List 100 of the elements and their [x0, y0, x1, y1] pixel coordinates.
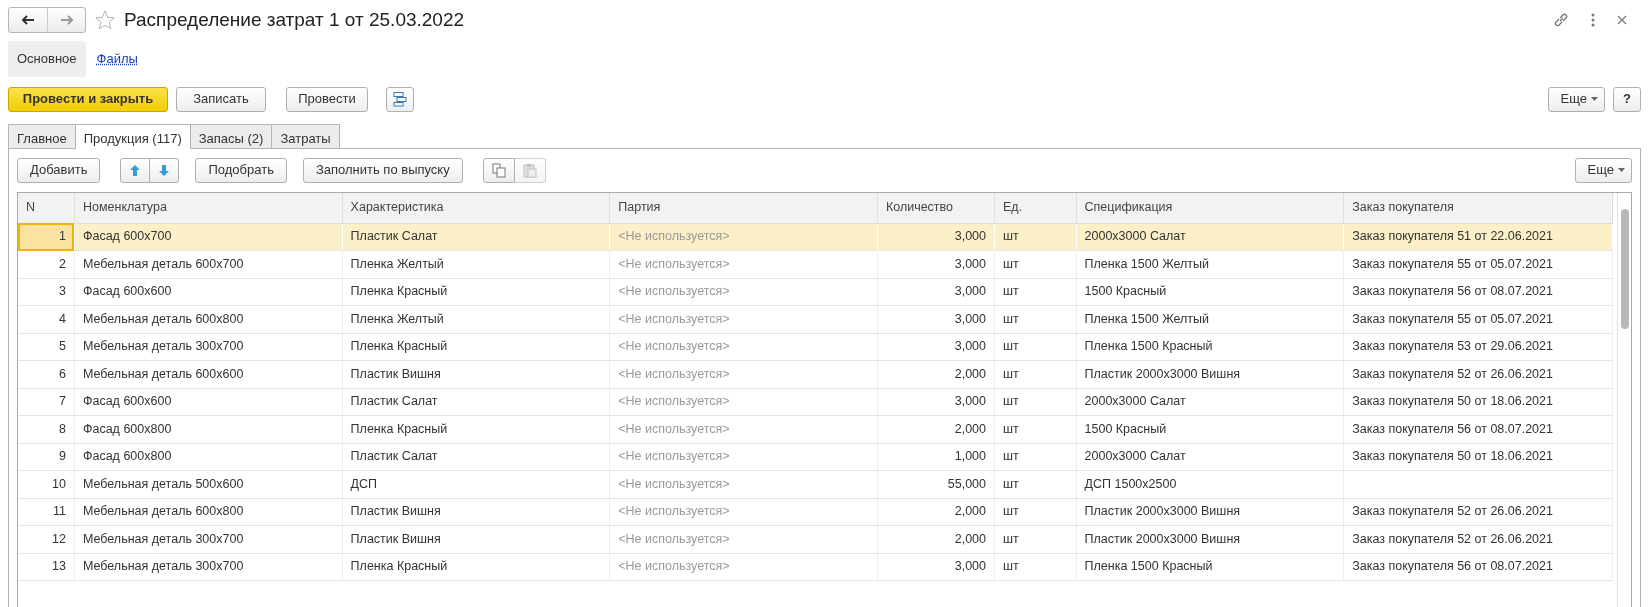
table-row[interactable]: 8 Фасад 600x800 Пленка Красный <Не используется> 2,000 шт 1500 Красный Заказ покупателя 56 от 08.07.2021 [18, 415, 1613, 443]
table-cell: Мебельная деталь 600x800 [82, 504, 244, 519]
table-cell: 3,000 [954, 284, 986, 299]
move-up-button[interactable] [120, 157, 151, 183]
toolbar-button[interactable]: Добавить [17, 157, 101, 183]
table-cell: 12 [52, 531, 66, 546]
table-row[interactable]: 2 Мебельная деталь 600x700 Пленка Желтый <Не используется> 3,000 шт Пленка 1500 Желтый Заказ покупателя 55 от 05.07.2021 [18, 250, 1613, 278]
table-cell: 1500 Красный [1084, 421, 1167, 436]
toolbar-button[interactable]: Заполнить по выпуску [302, 157, 463, 183]
tab[interactable]: Продукция (117) [74, 124, 191, 149]
column-header[interactable]: Ед. [994, 193, 1077, 223]
table-cell: Заказ покупателя 55 от 05.07.2021 [1352, 256, 1553, 271]
table-cell: 3,000 [954, 256, 986, 271]
more-button[interactable]: Еще [1547, 86, 1606, 112]
table-cell: 2,000 [954, 531, 986, 546]
table-cell: 9 [59, 449, 66, 464]
copy-button[interactable] [482, 157, 515, 183]
table-cell: <Не используется> [618, 256, 730, 271]
table-row[interactable]: 12 Мебельная деталь 300x700 Пластик Вишня <Не используется> 2,000 шт Пластик 2000x3000 Вишня Заказ покупателя 52 от 26.06.2021 [18, 525, 1613, 553]
table-cell: Мебельная деталь 300x700 [82, 339, 244, 354]
table-cell: <Не используется> [618, 394, 730, 409]
more-icon[interactable] [1591, 13, 1595, 27]
table-cell: Заказ покупателя 56 от 08.07.2021 [1352, 421, 1553, 436]
table-cell: Пластик Салат [350, 449, 438, 464]
table-cell: ДСП 1500x2500 [1084, 476, 1177, 491]
table-row[interactable]: 1 Фасад 600x700 Пластик Салат <Не используется> 3,000 шт 2000x3000 Салат Заказ покупателя 51 от 22.06.2021 [18, 223, 1613, 251]
table-cell: Пленка 1500 Желтый [1084, 311, 1210, 326]
more-button[interactable]: Еще [1574, 157, 1632, 183]
table-cell: Заказ покупателя 56 от 08.07.2021 [1352, 559, 1553, 574]
section-tab[interactable]: Файлы [87, 41, 147, 77]
tab[interactable]: Затраты [271, 124, 340, 148]
paste-icon [522, 162, 537, 178]
table-cell: Мебельная деталь 600x600 [82, 366, 244, 381]
table-row[interactable]: 4 Мебельная деталь 600x800 Пленка Желтый <Не используется> 3,000 шт Пленка 1500 Желтый Заказ покупателя 55 от 05.07.2021 [18, 305, 1613, 333]
star-icon[interactable] [94, 9, 116, 31]
table-cell: 3,000 [954, 394, 986, 409]
table-cell: Пленка Желтый [350, 256, 444, 271]
table-cell: 3,000 [954, 311, 986, 326]
table-cell: 2 [59, 256, 66, 271]
table-cell: Заказ покупателя 53 от 29.06.2021 [1352, 339, 1553, 354]
column-header[interactable]: Количество [877, 193, 995, 223]
table-cell: Пленка Красный [350, 421, 448, 436]
section-tab[interactable]: Основное [8, 41, 86, 77]
table-cell: 3,000 [954, 339, 986, 354]
column-header[interactable]: Спецификация [1076, 193, 1344, 223]
column-header[interactable]: Заказ покупателя [1343, 193, 1613, 223]
table-cell: Пленка Красный [350, 284, 448, 299]
table-cell: Пластик Салат [350, 394, 438, 409]
table-cell: 1 [59, 229, 66, 244]
table-row[interactable]: 6 Мебельная деталь 600x600 Пластик Вишня <Не используется> 2,000 шт Пластик 2000x3000 Вишня Заказ покупателя 52 от 26.06.2021 [18, 360, 1613, 388]
table-cell: Заказ покупателя 52 от 26.06.2021 [1352, 504, 1553, 519]
table-cell: Пленка Желтый [350, 311, 444, 326]
link-icon[interactable] [1553, 12, 1569, 28]
column-header[interactable]: Номенклатура [74, 193, 343, 223]
table-cell: Заказ покупателя 56 от 08.07.2021 [1352, 284, 1553, 299]
table-row[interactable]: 9 Фасад 600x800 Пластик Салат <Не используется> 1,000 шт 2000x3000 Салат Заказ покупателя 50 от 18.06.2021 [18, 443, 1613, 471]
help-button[interactable]: ? [1613, 86, 1641, 112]
table-cell: 4 [59, 311, 66, 326]
toolbar-button[interactable]: Подобрать [195, 157, 287, 183]
table-row[interactable]: 3 Фасад 600x600 Пленка Красный <Не используется> 3,000 шт 1500 Красный Заказ покупателя 56 от 08.07.2021 [18, 278, 1613, 306]
tab[interactable]: Запасы (2) [189, 124, 273, 148]
table-cell: <Не используется> [618, 229, 730, 244]
move-down-button[interactable] [150, 157, 180, 183]
table-row[interactable]: 13 Мебельная деталь 300x700 Пленка Красный <Не используется> 3,000 шт Пленка 1500 Красный Заказ покупателя 56 от 08.07.2021 [18, 553, 1613, 581]
table-row[interactable]: 10 Мебельная деталь 500x600 ДСП <Не используется> 55,000 шт ДСП 1500x2500 [18, 470, 1613, 498]
right-arrow-icon [59, 15, 74, 25]
table-cell: Пластик 2000x3000 Вишня [1084, 366, 1241, 381]
table-cell: Фасад 600x600 [82, 284, 172, 299]
tab[interactable]: Главное [8, 124, 76, 148]
table-cell: 3,000 [954, 559, 986, 574]
table-cell: 2,000 [954, 421, 986, 436]
window-title: Распределение затрат 1 от 25.03.2022 [124, 7, 465, 32]
close-icon[interactable] [1617, 15, 1627, 25]
column-header[interactable]: Характеристика [342, 193, 610, 223]
table-cell: Пленка 1500 Желтый [1084, 256, 1210, 271]
table-cell: 2,000 [954, 504, 986, 519]
copy-icon [491, 162, 506, 178]
table-cell: 6 [59, 366, 66, 381]
table-cell: Фасад 600x800 [82, 449, 172, 464]
table-cell: Пленка 1500 Красный [1084, 559, 1213, 574]
table-cell: Фасад 600x800 [82, 421, 172, 436]
structure-button[interactable] [386, 86, 414, 112]
table-cell: 2000x3000 Салат [1084, 449, 1186, 464]
table-cell: Мебельная деталь 600x700 [82, 256, 244, 271]
table-row[interactable]: 7 Фасад 600x600 Пластик Салат <Не используется> 3,000 шт 2000x3000 Салат Заказ покупателя 50 от 18.06.2021 [18, 388, 1613, 416]
column-header[interactable]: Партия [609, 193, 878, 223]
scrollbar[interactable] [1617, 193, 1631, 607]
table-row[interactable]: 5 Мебельная деталь 300x700 Пленка Красный <Не используется> 3,000 шт Пленка 1500 Красный Заказ покупателя 53 от 29.06.2021 [18, 333, 1613, 361]
command-button[interactable]: Записать [176, 86, 266, 112]
column-header[interactable]: N [18, 193, 75, 223]
table-cell: 3,000 [954, 229, 986, 244]
table-cell: 11 [52, 504, 66, 519]
table-cell: шт [1003, 284, 1019, 299]
table-cell: Пластик Салат [350, 229, 438, 244]
table-cell: Мебельная деталь 300x700 [82, 531, 244, 546]
command-button[interactable]: Провести [286, 86, 368, 112]
post-close-button[interactable]: Провести и закрыть [8, 86, 168, 112]
table-row[interactable]: 11 Мебельная деталь 600x800 Пластик Вишня <Не используется> 2,000 шт Пластик 2000x3000 Вишня Заказ покупателя 52 от 26.06.2021 [18, 498, 1613, 526]
table-cell: <Не используется> [618, 366, 730, 381]
table-cell: 2,000 [954, 366, 986, 381]
